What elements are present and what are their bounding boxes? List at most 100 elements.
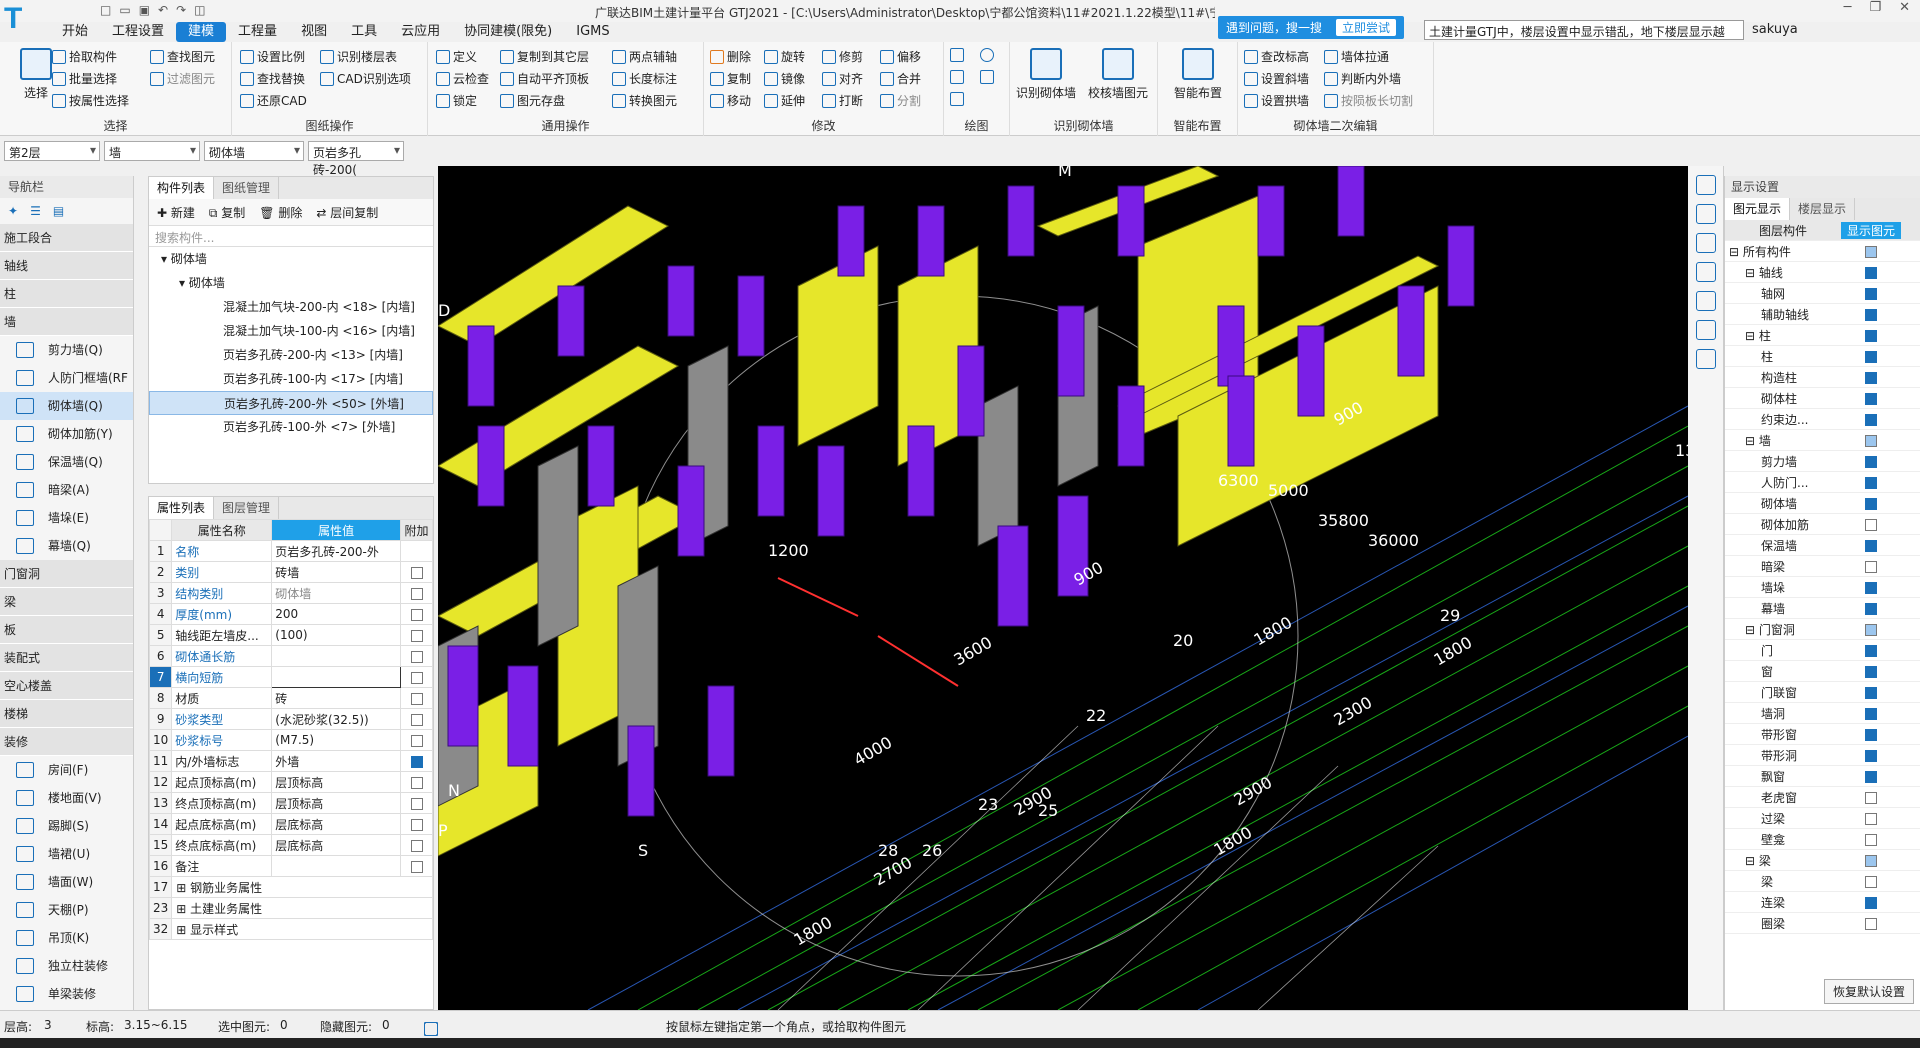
element-store-button[interactable]: 图元存盘 (500, 92, 565, 109)
tree-node[interactable]: ▾ 砌体墙 (149, 247, 433, 271)
extra-checkbox[interactable] (410, 734, 423, 747)
tab-property-list[interactable]: 属性列表 (149, 497, 215, 519)
extra-checkbox[interactable] (410, 692, 423, 705)
menu-5[interactable]: 工具 (339, 22, 389, 42)
display-checkbox[interactable] (1865, 602, 1877, 615)
display-checkbox[interactable] (1865, 770, 1877, 783)
align-button[interactable]: 对齐 (822, 70, 863, 87)
model-canvas[interactable]: 900 1800 2300 1800 3600 4000 2900 2700 1800 900 29… (438, 166, 1688, 1010)
nav-category[interactable]: 楼梯 (0, 700, 133, 728)
lock-button[interactable]: 锁定 (436, 92, 477, 109)
nav-item[interactable]: 单梁装修 (0, 980, 133, 1008)
property-row[interactable]: 2 类别 砖墙 (148, 561, 433, 583)
menu-4[interactable]: 视图 (289, 22, 339, 42)
expand-icon[interactable]: ▾ (179, 276, 189, 290)
tab-layer-manage[interactable]: 图层管理 (214, 497, 280, 519)
smart-layout-button[interactable]: 智能布置 (1166, 48, 1230, 101)
menu-1[interactable]: 工程设置 (100, 22, 176, 42)
auto-align-top-button[interactable]: 自动平齐顶板 (500, 70, 589, 87)
extra-checkbox[interactable] (410, 839, 423, 852)
property-value[interactable]: 砖 (271, 687, 401, 709)
property-row[interactable]: 17 ⊞ 钢筋业务属性 (148, 876, 433, 898)
display-checkbox[interactable] (1865, 539, 1877, 552)
break-button[interactable]: 打断 (822, 92, 863, 109)
display-checkbox[interactable] (1865, 686, 1877, 699)
nav-item[interactable]: 吊顶(K) (0, 924, 133, 952)
tab-drawing-manage[interactable]: 图纸管理 (214, 177, 280, 199)
tree-node[interactable]: 页岩多孔砖-100-外 <7> [外墙] (149, 415, 433, 439)
display-checkbox[interactable] (1865, 854, 1877, 867)
pin-icon[interactable]: ✦ (8, 204, 18, 218)
nav-category[interactable]: 板 (0, 616, 133, 644)
recognize-floor-table-button[interactable]: 识别楼层表 (320, 48, 397, 65)
expand-plus-icon[interactable]: ⊞ (176, 923, 190, 937)
tree-node[interactable]: 混凝土加气块-200-内 <18> [内墙] (149, 295, 433, 319)
menu-2[interactable]: 建模 (176, 22, 227, 42)
new-component-button[interactable]: ✚ 新建 (157, 204, 195, 221)
extra-checkbox[interactable] (410, 776, 423, 789)
nav-category[interactable]: 装修 (0, 728, 133, 756)
display-checkbox[interactable] (1865, 896, 1877, 909)
copy-button[interactable]: 复制 (710, 70, 751, 87)
nav-category[interactable]: 空心楼盖 (0, 672, 133, 700)
3d-view-icon[interactable] (1695, 233, 1716, 253)
property-row[interactable]: 11 内/外墙标志 外墙 (148, 750, 433, 772)
length-dim-button[interactable]: 长度标注 (612, 70, 677, 87)
detail-view-icon[interactable]: ▤ (53, 204, 64, 218)
set-arch-wall-button[interactable]: 设置拱墙 (1244, 92, 1309, 109)
property-value[interactable]: 层顶标高 (271, 792, 401, 814)
display-checkbox[interactable] (1865, 476, 1877, 489)
display-checkbox[interactable] (1865, 581, 1877, 594)
restore-cad-button[interactable]: 还原CAD (240, 92, 307, 109)
2d-view-icon[interactable] (1695, 204, 1716, 224)
display-checkbox[interactable] (1865, 791, 1877, 804)
nav-category[interactable]: 门窗洞 (0, 560, 133, 588)
nav-item[interactable]: 保温墙(Q) (0, 448, 133, 476)
nav-category[interactable]: 轴线 (0, 252, 133, 280)
cube-view-icon[interactable] (1695, 262, 1716, 282)
display-checkbox[interactable] (1865, 287, 1877, 300)
nav-category[interactable]: 梁 (0, 588, 133, 616)
offset-button[interactable]: 偏移 (880, 48, 921, 65)
component-select[interactable]: 页岩多孔砖-200( (308, 141, 404, 177)
redo-icon[interactable]: ↷ (176, 3, 186, 17)
expand-plus-icon[interactable]: ⊞ (176, 902, 190, 916)
display-checkbox[interactable] (1865, 455, 1877, 468)
property-row[interactable]: 1 名称 页岩多孔砖-200-外 (148, 540, 433, 562)
nav-item[interactable]: 暗梁(A) (0, 476, 133, 504)
menu-7[interactable]: 协同建模(限免) (452, 22, 564, 42)
property-value[interactable]: (100) (271, 624, 401, 646)
extend-button[interactable]: 延伸 (764, 92, 805, 109)
menu-0[interactable]: 开始 (50, 22, 100, 42)
find-replace-button[interactable]: 查找替换 (240, 70, 305, 87)
property-row[interactable]: 16 备注 (148, 855, 433, 877)
collapse-icon[interactable]: ⊟ (1745, 329, 1759, 343)
property-row[interactable]: 4 厚度(mm) 200 (148, 603, 433, 625)
display-checkbox[interactable] (1865, 623, 1877, 636)
find-element-button[interactable]: 查找图元 (150, 48, 215, 65)
display-checkbox[interactable] (1865, 833, 1877, 846)
change-elevation-button[interactable]: 查改标高 (1244, 48, 1309, 65)
property-value[interactable]: 外墙 (271, 750, 401, 772)
display-checkbox[interactable] (1865, 518, 1877, 531)
display-checkbox[interactable] (1865, 329, 1877, 342)
property-value[interactable]: 页岩多孔砖-200-外 (271, 540, 401, 562)
property-row[interactable]: 23 ⊞ 土建业务属性 (148, 897, 433, 919)
display-checkbox[interactable] (1865, 266, 1877, 279)
property-row[interactable]: 13 终点顶标高(m) 层顶标高 (148, 792, 433, 814)
display-checkbox[interactable] (1865, 350, 1877, 363)
property-value[interactable]: 层底标高 (271, 813, 401, 835)
property-row[interactable]: 12 起点顶标高(m) 层顶标高 (148, 771, 433, 793)
nav-item[interactable]: 房间(F) (0, 756, 133, 784)
display-checkbox[interactable] (1865, 245, 1877, 258)
display-checkbox[interactable] (1865, 728, 1877, 741)
cad-icon[interactable]: ◫ (194, 3, 205, 17)
tree-node[interactable]: ▾ 砌体墙 (149, 271, 433, 295)
display-checkbox[interactable] (1865, 707, 1877, 720)
extra-checkbox[interactable] (410, 860, 423, 873)
nav-category[interactable]: 墙 (0, 308, 133, 336)
cloud-check-button[interactable]: 云检查 (436, 70, 489, 87)
restore-icon[interactable]: ❐ (1869, 0, 1881, 15)
cad-options-button[interactable]: CAD识别选项 (320, 70, 411, 87)
pick-component-button[interactable]: 拾取构件 (52, 48, 117, 65)
